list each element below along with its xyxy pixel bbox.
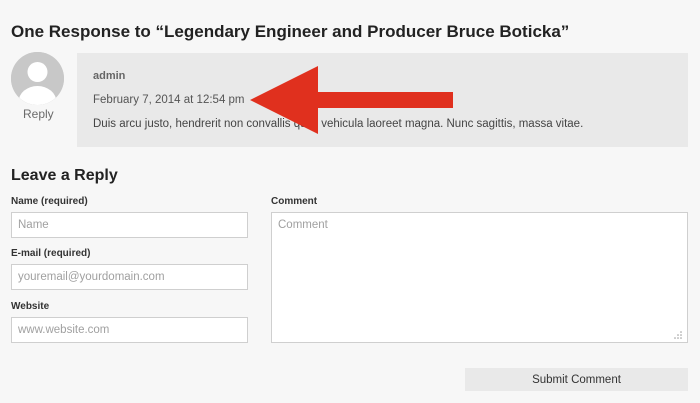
comments-section: One Response to “Legendary Engineer and … — [0, 0, 700, 403]
comment-date-link[interactable]: February 7, 2014 at 12:54 pm — [93, 94, 245, 106]
comment-author: admin — [93, 70, 126, 82]
name-field[interactable] — [11, 212, 248, 238]
submit-comment-button[interactable]: Submit Comment — [465, 368, 688, 391]
website-label: Website — [11, 301, 50, 312]
resize-grip-icon[interactable] — [673, 330, 683, 340]
comment-reply-link[interactable]: Reply — [23, 107, 54, 121]
red-arrow-icon — [250, 66, 453, 134]
responses-title: One Response to “Legendary Engineer and … — [11, 22, 570, 41]
website-field[interactable] — [11, 317, 248, 343]
user-avatar-icon — [11, 52, 64, 105]
leave-reply-title: Leave a Reply — [11, 167, 118, 184]
name-label: Name (required) — [11, 196, 88, 207]
email-label: E-mail (required) — [11, 248, 91, 259]
comment-field[interactable] — [271, 212, 688, 343]
email-field[interactable] — [11, 264, 248, 290]
comment-label: Comment — [271, 196, 318, 207]
